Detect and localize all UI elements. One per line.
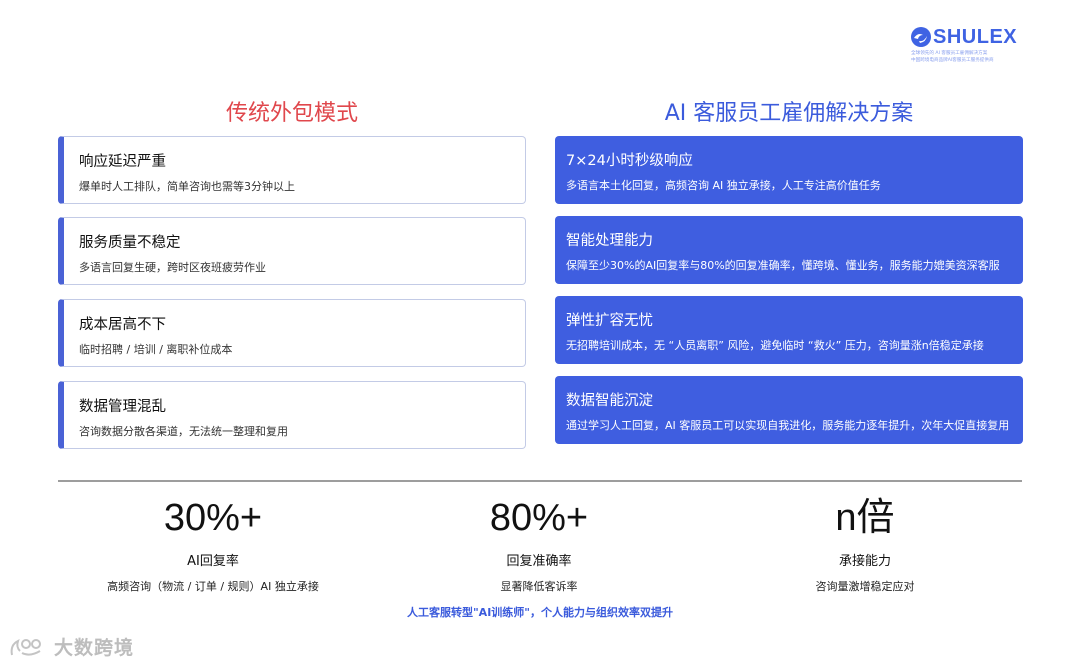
card-title: 响应延迟严重 bbox=[79, 154, 166, 170]
logo-wordmark: SHULEX bbox=[933, 26, 1018, 48]
solution-card-data: 数据智能沉淀 通过学习人工回复，AI 客服员工可以实现自我进化，服务能力逐年提升… bbox=[555, 376, 1023, 444]
card-desc: 爆单时人工排队，简单咨询也需等3分钟以上 bbox=[79, 180, 295, 193]
stat-value: n倍 bbox=[835, 497, 895, 539]
section-divider bbox=[58, 480, 1022, 482]
card-title: 弹性扩容无忧 bbox=[566, 313, 653, 329]
logo-tagline-2: 中国跨境电商品牌AI客服员工服务提供商 bbox=[911, 58, 994, 63]
card-desc: 咨询数据分散各渠道，无法统一整理和复用 bbox=[79, 425, 288, 438]
problem-card-data: 数据管理混乱 咨询数据分散各渠道，无法统一整理和复用 bbox=[58, 381, 526, 449]
card-title: 服务质量不稳定 bbox=[79, 235, 181, 251]
card-title: 智能处理能力 bbox=[566, 233, 653, 249]
card-desc: 无招聘培训成本，无 “人员离职” 风险，避免临时 “救火” 压力，咨询量涨n倍稳… bbox=[566, 339, 984, 352]
card-desc: 通过学习人工回复，AI 客服员工可以实现自我进化，服务能力逐年提升，次年大促直接… bbox=[566, 419, 1010, 432]
solution-card-scaling: 弹性扩容无忧 无招聘培训成本，无 “人员离职” 风险，避免临时 “救火” 压力，… bbox=[555, 296, 1023, 364]
card-title: 数据管理混乱 bbox=[79, 399, 166, 415]
stat-value: 80%+ bbox=[489, 497, 589, 539]
stat-sub: 咨询量激增稳定应对 bbox=[815, 580, 915, 593]
watermark-logo-icon bbox=[10, 638, 41, 656]
card-desc: 多语言回复生硬，跨时区夜班疲劳作业 bbox=[79, 261, 266, 274]
stat-ai-reply-rate: 30%+ AI回复率 高频咨询（物流 / 订单 / 规则）AI 独立承接 bbox=[83, 494, 343, 594]
watermark: 大数跨境 bbox=[8, 633, 134, 660]
shulex-logo: SHULEX 全球领先的 AI 客服员工雇佣解决方案 中国跨境电商品牌AI客服员… bbox=[910, 26, 1030, 68]
stat-capacity: n倍 承接能力 咨询量激增稳定应对 bbox=[735, 494, 995, 594]
card-title: 数据智能沉淀 bbox=[566, 393, 653, 409]
card-desc: 临时招聘 / 培训 / 离职补位成本 bbox=[79, 343, 233, 356]
shulex-logo-icon bbox=[911, 27, 931, 47]
traditional-outsourcing-title: 传统外包模式 bbox=[225, 101, 358, 126]
card-title: 7×24小时秒级响应 bbox=[566, 153, 693, 169]
footer-slogan: 人工客服转型"AI训练师"，个人能力与组织效率双提升 bbox=[406, 606, 674, 619]
watermark-text: 大数跨境 bbox=[54, 637, 135, 659]
stat-sub: 高频咨询（物流 / 订单 / 规则）AI 独立承接 bbox=[107, 580, 319, 593]
problem-card-response-delay: 响应延迟严重 爆单时人工排队，简单咨询也需等3分钟以上 bbox=[58, 136, 526, 204]
card-desc: 保障至少30%的AI回复率与80%的回复准确率，懂跨境、懂业务，服务能力媲美资深… bbox=[566, 259, 1000, 272]
stat-label: 回复准确率 bbox=[506, 554, 572, 569]
solution-card-24x7: 7×24小时秒级响应 多语言本土化回复，高频咨询 AI 独立承接，人工专注高价值… bbox=[555, 136, 1023, 204]
stat-label: AI回复率 bbox=[187, 554, 239, 569]
solution-card-intelligence: 智能处理能力 保障至少30%的AI回复率与80%的回复准确率，懂跨境、懂业务，服… bbox=[555, 216, 1023, 284]
card-title: 成本居高不下 bbox=[79, 317, 166, 333]
stat-label: 承接能力 bbox=[838, 554, 891, 569]
stat-value: 30%+ bbox=[163, 497, 263, 539]
stat-accuracy: 80%+ 回复准确率 显著降低客诉率 bbox=[409, 494, 669, 594]
stat-sub: 显著降低客诉率 bbox=[500, 580, 578, 593]
logo-tagline-1: 全球领先的 AI 客服员工雇佣解决方案 bbox=[911, 51, 988, 56]
card-desc: 多语言本土化回复，高频咨询 AI 独立承接，人工专注高价值任务 bbox=[566, 179, 881, 192]
problem-card-quality: 服务质量不稳定 多语言回复生硬，跨时区夜班疲劳作业 bbox=[58, 217, 526, 285]
ai-solution-title: AI 客服员工雇佣解决方案 bbox=[664, 101, 914, 126]
problem-card-cost: 成本居高不下 临时招聘 / 培训 / 离职补位成本 bbox=[58, 299, 526, 367]
